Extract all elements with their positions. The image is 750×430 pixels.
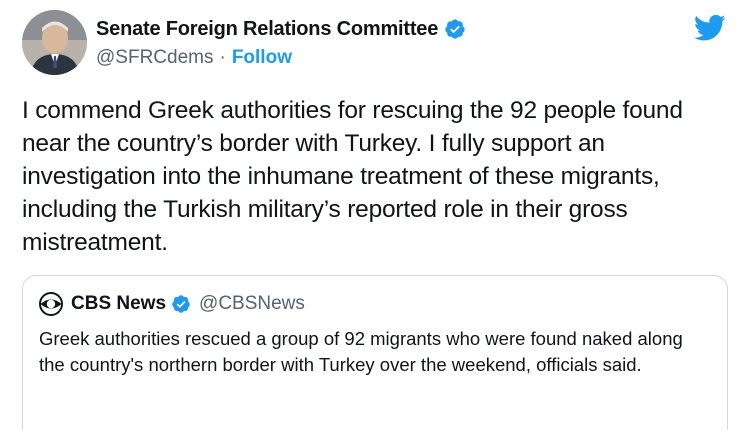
verified-badge-icon	[172, 295, 190, 313]
author-handle-row: @SFRCdems · Follow	[96, 47, 466, 69]
author-name-row: Senate Foreign Relations Committee	[96, 16, 466, 42]
author-avatar[interactable]	[22, 10, 87, 75]
cbs-eye-logo-icon	[39, 292, 63, 316]
author-handle[interactable]: @SFRCdems	[96, 47, 213, 69]
follow-button[interactable]: Follow	[232, 47, 292, 69]
tweet-card: Senate Foreign Relations Committee @SFRC…	[0, 0, 750, 430]
author-name[interactable]: Senate Foreign Relations Committee	[96, 18, 438, 41]
avatar-photo-icon	[22, 10, 87, 75]
quoted-author-handle[interactable]: @CBSNews	[199, 293, 305, 315]
tweet-body-text: I commend Greek authorities for rescuing…	[22, 97, 683, 256]
quoted-tweet-header: CBS News @CBSNews	[39, 290, 711, 318]
verified-badge-icon	[445, 19, 465, 39]
handle-separator: ·	[219, 47, 226, 68]
quoted-tweet-card[interactable]: CBS News @CBSNews Greek authorities resc…	[22, 275, 728, 430]
author-block: Senate Foreign Relations Committee @SFRC…	[96, 16, 466, 69]
quoted-tweet-text: Greek authorities rescued a group of 92 …	[39, 328, 683, 375]
quoted-author-name[interactable]: CBS News	[71, 293, 166, 315]
twitter-bird-icon[interactable]	[694, 14, 726, 42]
